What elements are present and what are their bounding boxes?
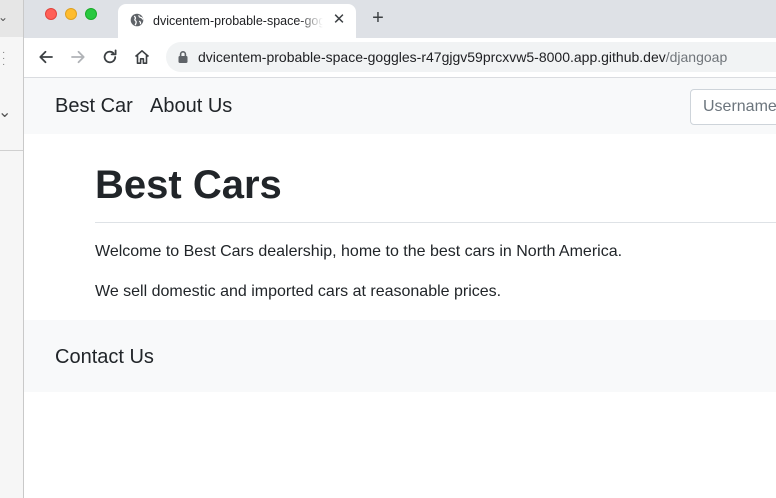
window-minimize-button[interactable] <box>65 8 77 20</box>
page-title: Best Cars <box>95 163 282 207</box>
divider <box>0 150 23 151</box>
browser-toolbar: dvicentem-probable-space-goggles-r47gjgv… <box>24 38 776 78</box>
arrow-right-icon[interactable] <box>68 47 88 67</box>
contact-us-link[interactable]: Contact Us <box>55 345 154 369</box>
hero-divider <box>95 222 776 223</box>
address-bar[interactable]: dvicentem-probable-space-goggles-r47gjgv… <box>166 42 776 72</box>
arrow-left-icon[interactable] <box>36 47 56 67</box>
new-tab-button[interactable]: + <box>368 8 388 28</box>
tab-title: dvicentem-probable-space-goggles-r47gjgv… <box>153 14 323 28</box>
offer-paragraph: We sell domestic and imported cars at re… <box>95 283 502 300</box>
site-navbar: Best Car About Us <box>24 78 776 134</box>
address-host: dvicentem-probable-space-goggles-r47gjgv… <box>198 49 666 65</box>
reload-icon[interactable] <box>100 47 120 67</box>
username-input[interactable] <box>690 89 776 125</box>
nav-link-about-us[interactable]: About Us <box>150 94 232 118</box>
close-tab-icon[interactable]: ✕ <box>331 12 347 28</box>
lock-icon[interactable] <box>177 50 189 64</box>
window-close-button[interactable] <box>45 8 57 20</box>
page-viewport: Best Car About Us Best Cars Welcome to B… <box>24 78 776 498</box>
tab-strip: dvicentem-probable-space-goggles-r47gjgv… <box>24 0 776 38</box>
address-path: /djangoap <box>665 49 728 65</box>
home-icon[interactable] <box>132 47 152 67</box>
navbar-brand-link[interactable]: Best Car <box>55 94 133 118</box>
more-dots-icon: · · · <box>2 47 6 70</box>
contact-footer: Contact Us <box>24 320 776 392</box>
browser-window: dvicentem-probable-space-goggles-r47gjgv… <box>24 0 776 498</box>
background-window-edge: ⌄ · · · ⌄ <box>0 0 24 498</box>
globe-icon <box>130 13 144 27</box>
chevron-down-icon: ⌄ <box>0 104 12 121</box>
welcome-paragraph: Welcome to Best Cars dealership, home to… <box>95 243 623 260</box>
browser-tab-active[interactable]: dvicentem-probable-space-goggles-r47gjgv… <box>118 4 356 38</box>
window-maximize-button[interactable] <box>85 8 97 20</box>
address-url: dvicentem-probable-space-goggles-r47gjgv… <box>198 48 727 66</box>
chevron-down-icon: ⌄ <box>0 10 9 24</box>
